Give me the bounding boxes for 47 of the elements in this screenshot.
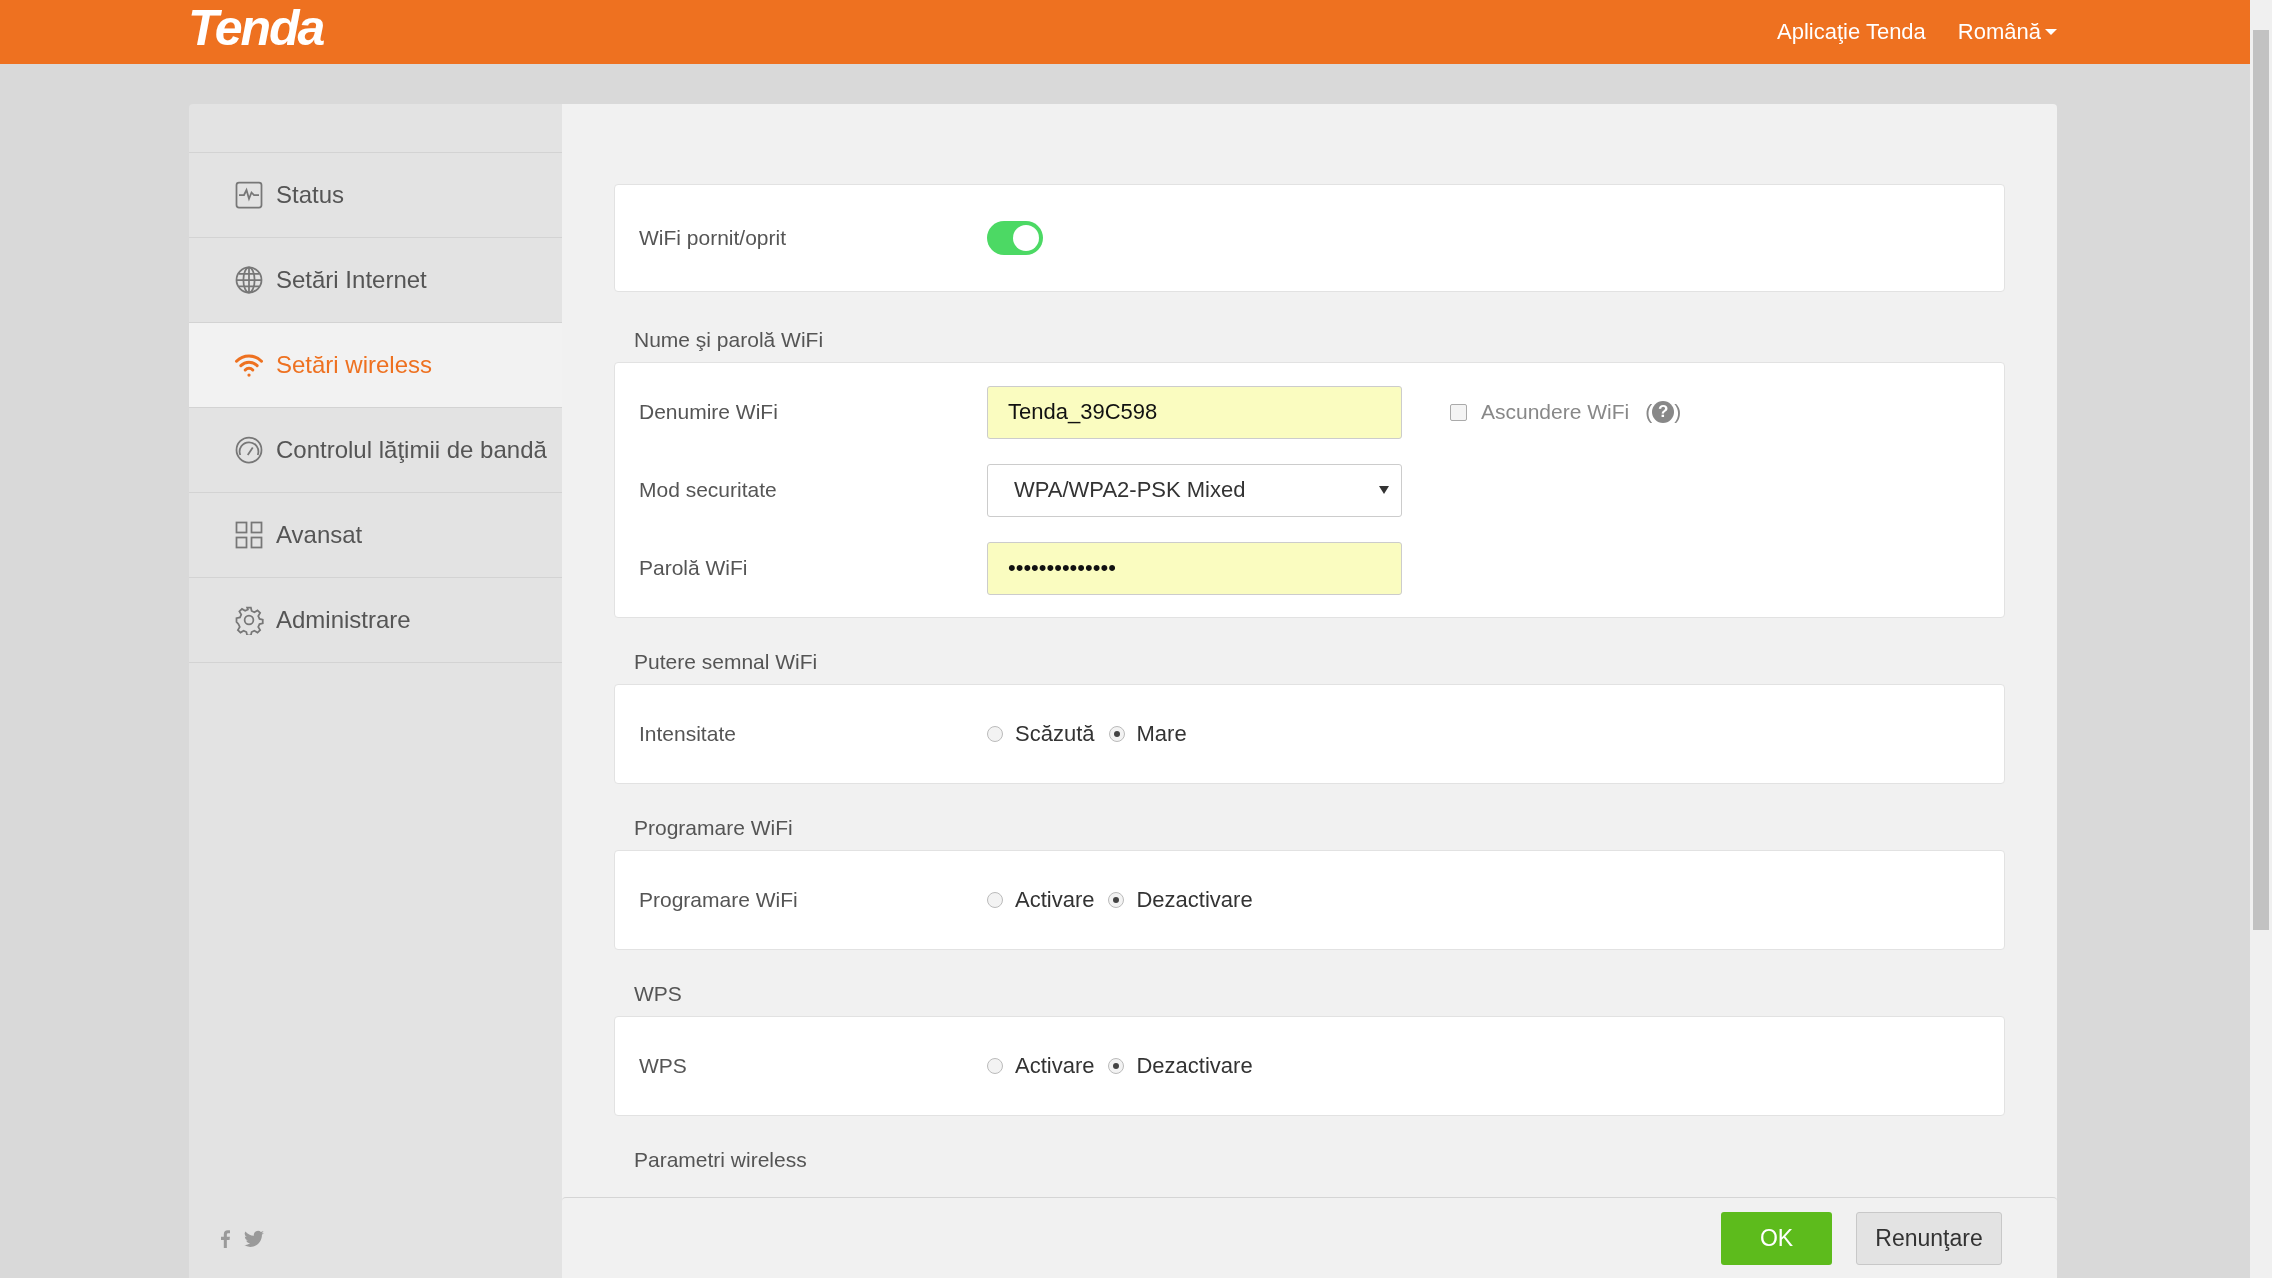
sidebar-item[interactable]: Status (189, 152, 562, 238)
radio-label: Dezactivare (1136, 1053, 1253, 1079)
radio-label: Activare (1015, 887, 1095, 913)
field-label: Parolă WiFi (639, 556, 749, 580)
radio-label: Dezactivare (1136, 887, 1253, 913)
radio-button[interactable] (1108, 726, 1125, 742)
paren-text: ) (1674, 400, 1682, 424)
facebook-icon[interactable] (221, 1230, 230, 1248)
radio-label: Scăzută (1015, 721, 1095, 747)
section-title: Nume şi parolă WiFi (633, 327, 825, 353)
input-field[interactable]: •••••••••••••• (987, 541, 1402, 595)
section-title: Putere semnal WiFi (633, 649, 819, 675)
paren-text: ( (1645, 400, 1653, 424)
radio-button[interactable] (1108, 892, 1125, 908)
checkbox-label: Ascundere WiFi (1481, 400, 1630, 424)
bird-icon[interactable] (244, 1230, 264, 1248)
pulse-icon (234, 180, 264, 210)
radio-button[interactable] (987, 726, 1003, 742)
radio-label: Activare (1015, 1053, 1095, 1079)
caret-icon (2045, 29, 2057, 35)
section-title: WPS (633, 981, 683, 1007)
settings-icon (234, 605, 264, 635)
caret-icon (1379, 486, 1389, 494)
radio-button[interactable] (1108, 1058, 1125, 1074)
wifi-toggle[interactable] (987, 221, 1043, 255)
language-dropdown[interactable]: Română (1957, 19, 2057, 45)
app-link[interactable]: Aplicaţie Tenda (1777, 19, 1926, 45)
section-title: Parametri wireless (633, 1147, 808, 1173)
gauge-icon (234, 435, 264, 465)
field-label: Denumire WiFi (639, 400, 779, 424)
checkbox[interactable] (1450, 403, 1467, 421)
field-label: WPS (639, 1054, 688, 1078)
grid-icon (234, 520, 264, 550)
radio-button[interactable] (987, 1058, 1003, 1074)
section-title: Programare WiFi (633, 815, 794, 841)
field-label: WiFi pornit/oprit (639, 226, 788, 250)
field-label: Intensitate (639, 722, 737, 746)
cancel-button[interactable]: Renunţare (1856, 1211, 2002, 1265)
input-field[interactable]: Tenda_39C598 (987, 385, 1402, 439)
field-label: Programare WiFi (639, 888, 799, 912)
help-icon[interactable]: ? (1652, 401, 1675, 423)
security-dropdown[interactable]: WPA/WPA2-PSK Mixed (987, 463, 1402, 517)
field-label: Mod securitate (639, 478, 778, 502)
radio-button[interactable] (987, 892, 1003, 908)
radio-label: Mare (1136, 721, 1187, 747)
globe-icon (234, 265, 264, 295)
logo: Tenda (188, 3, 324, 53)
